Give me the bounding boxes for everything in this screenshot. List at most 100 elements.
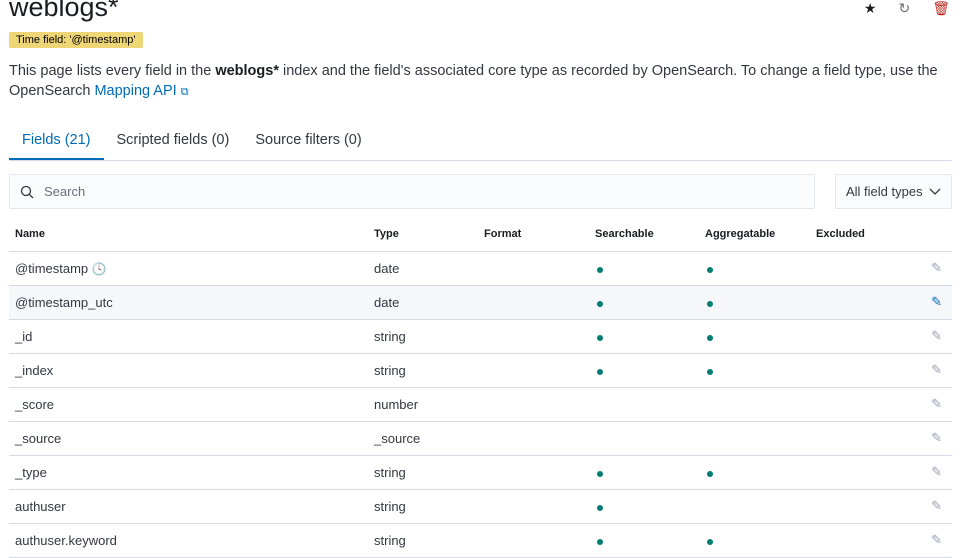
field-name: _score (9, 387, 368, 422)
field-type: string (368, 455, 478, 490)
field-format (478, 455, 589, 490)
clock-icon: 🕓 (91, 261, 107, 276)
field-aggregatable (699, 319, 810, 354)
refresh-icon[interactable]: ↻ (898, 0, 910, 17)
field-excluded (810, 387, 890, 422)
col-searchable[interactable]: Searchable (589, 218, 699, 252)
field-name-text: _id (15, 328, 33, 344)
mapping-api-link[interactable]: Mapping API (94, 83, 176, 99)
page-title: weblogs* (9, 0, 119, 22)
field-name: authuser (9, 489, 368, 524)
edit-pencil-icon[interactable]: ✎ (890, 251, 952, 286)
field-format (478, 285, 589, 320)
tabs: Fields (21) Scripted fields (0) Source f… (9, 124, 952, 161)
fields-table: Name Type Format Searchable Aggregatable… (9, 218, 952, 558)
searchable-dot-icon (597, 368, 603, 375)
field-format (478, 251, 589, 286)
field-searchable (589, 421, 699, 456)
col-excluded[interactable]: Excluded (810, 218, 890, 252)
desc-index: weblogs* (215, 63, 279, 79)
searchable-dot-icon (597, 300, 603, 307)
field-aggregatable (699, 455, 810, 490)
searchable-dot-icon (597, 470, 603, 477)
field-name: _source (9, 421, 368, 456)
searchable-dot-icon (597, 266, 603, 273)
field-type-value: All field types (846, 184, 923, 199)
trash-icon[interactable]: 🗑 (932, 0, 950, 17)
edit-pencil-icon[interactable]: ✎ (890, 285, 952, 320)
field-aggregatable (699, 387, 810, 422)
edit-pencil-icon[interactable]: ✎ (890, 489, 952, 524)
field-type: string (368, 319, 478, 354)
searchable-dot-icon (597, 504, 603, 511)
field-name-text: @timestamp_utc (15, 294, 113, 310)
field-format (478, 489, 589, 524)
col-type[interactable]: Type (368, 218, 478, 252)
field-excluded (810, 455, 890, 490)
field-searchable (589, 455, 699, 490)
table-row: _id string ✎ (9, 319, 952, 354)
field-type: string (368, 353, 478, 388)
field-name-text: _source (15, 430, 62, 446)
table-row: @timestamp_utc date ✎ (9, 285, 952, 320)
aggregatable-dot-icon (707, 470, 713, 477)
searchable-dot-icon (597, 538, 603, 545)
field-type: string (368, 489, 478, 524)
field-aggregatable (699, 251, 810, 286)
field-name: _index (9, 353, 368, 388)
field-format (478, 421, 589, 456)
edit-pencil-icon[interactable]: ✎ (890, 387, 952, 422)
searchable-dot-icon (597, 334, 603, 341)
field-name: _id (9, 319, 368, 354)
field-format (478, 353, 589, 388)
tab-source-filters[interactable]: Source filters (0) (242, 124, 374, 160)
search-input[interactable]: Search (9, 174, 815, 209)
tab-fields[interactable]: Fields (21) (9, 124, 104, 160)
field-searchable (589, 387, 699, 422)
field-searchable (589, 353, 699, 388)
chevron-down-icon (929, 188, 941, 195)
field-excluded (810, 251, 890, 286)
search-icon (20, 185, 34, 198)
field-aggregatable (699, 353, 810, 388)
col-name[interactable]: Name (9, 218, 368, 252)
col-aggregatable[interactable]: Aggregatable (699, 218, 810, 252)
table-row: @timestamp 🕓 date ✎ (9, 251, 952, 286)
edit-pencil-icon[interactable]: ✎ (890, 319, 952, 354)
page-description: This page lists every field in the weblo… (9, 61, 949, 102)
field-aggregatable (699, 523, 810, 558)
aggregatable-dot-icon (707, 300, 713, 307)
field-excluded (810, 353, 890, 388)
field-excluded (810, 319, 890, 354)
tab-scripted-fields[interactable]: Scripted fields (0) (104, 124, 243, 160)
edit-pencil-icon[interactable]: ✎ (890, 421, 952, 456)
search-placeholder: Search (44, 184, 86, 199)
col-actions (890, 218, 952, 252)
star-icon[interactable]: ★ (864, 0, 877, 17)
field-name: @timestamp_utc (9, 285, 368, 320)
field-type: string (368, 523, 478, 558)
field-name: _type (9, 455, 368, 490)
table-row: _score number ✎ (9, 387, 952, 422)
field-format (478, 523, 589, 558)
field-aggregatable (699, 421, 810, 456)
external-link-icon: ⧉ (180, 86, 189, 98)
aggregatable-dot-icon (707, 368, 713, 375)
field-searchable (589, 489, 699, 524)
field-excluded (810, 421, 890, 456)
field-excluded (810, 285, 890, 320)
field-type-select[interactable]: All field types (835, 174, 952, 209)
header-actions: ★ ↻ 🗑 (864, 0, 950, 17)
field-name-text: authuser.keyword (15, 532, 117, 548)
edit-pencil-icon[interactable]: ✎ (890, 353, 952, 388)
field-name-text: _type (15, 464, 47, 480)
field-name-text: _index (15, 362, 54, 378)
edit-pencil-icon[interactable]: ✎ (890, 455, 952, 490)
aggregatable-dot-icon (707, 266, 713, 273)
field-searchable (589, 319, 699, 354)
edit-pencil-icon[interactable]: ✎ (890, 523, 952, 558)
table-row: _index string ✎ (9, 353, 952, 388)
col-format[interactable]: Format (478, 218, 589, 252)
field-excluded (810, 489, 890, 524)
aggregatable-dot-icon (707, 538, 713, 545)
